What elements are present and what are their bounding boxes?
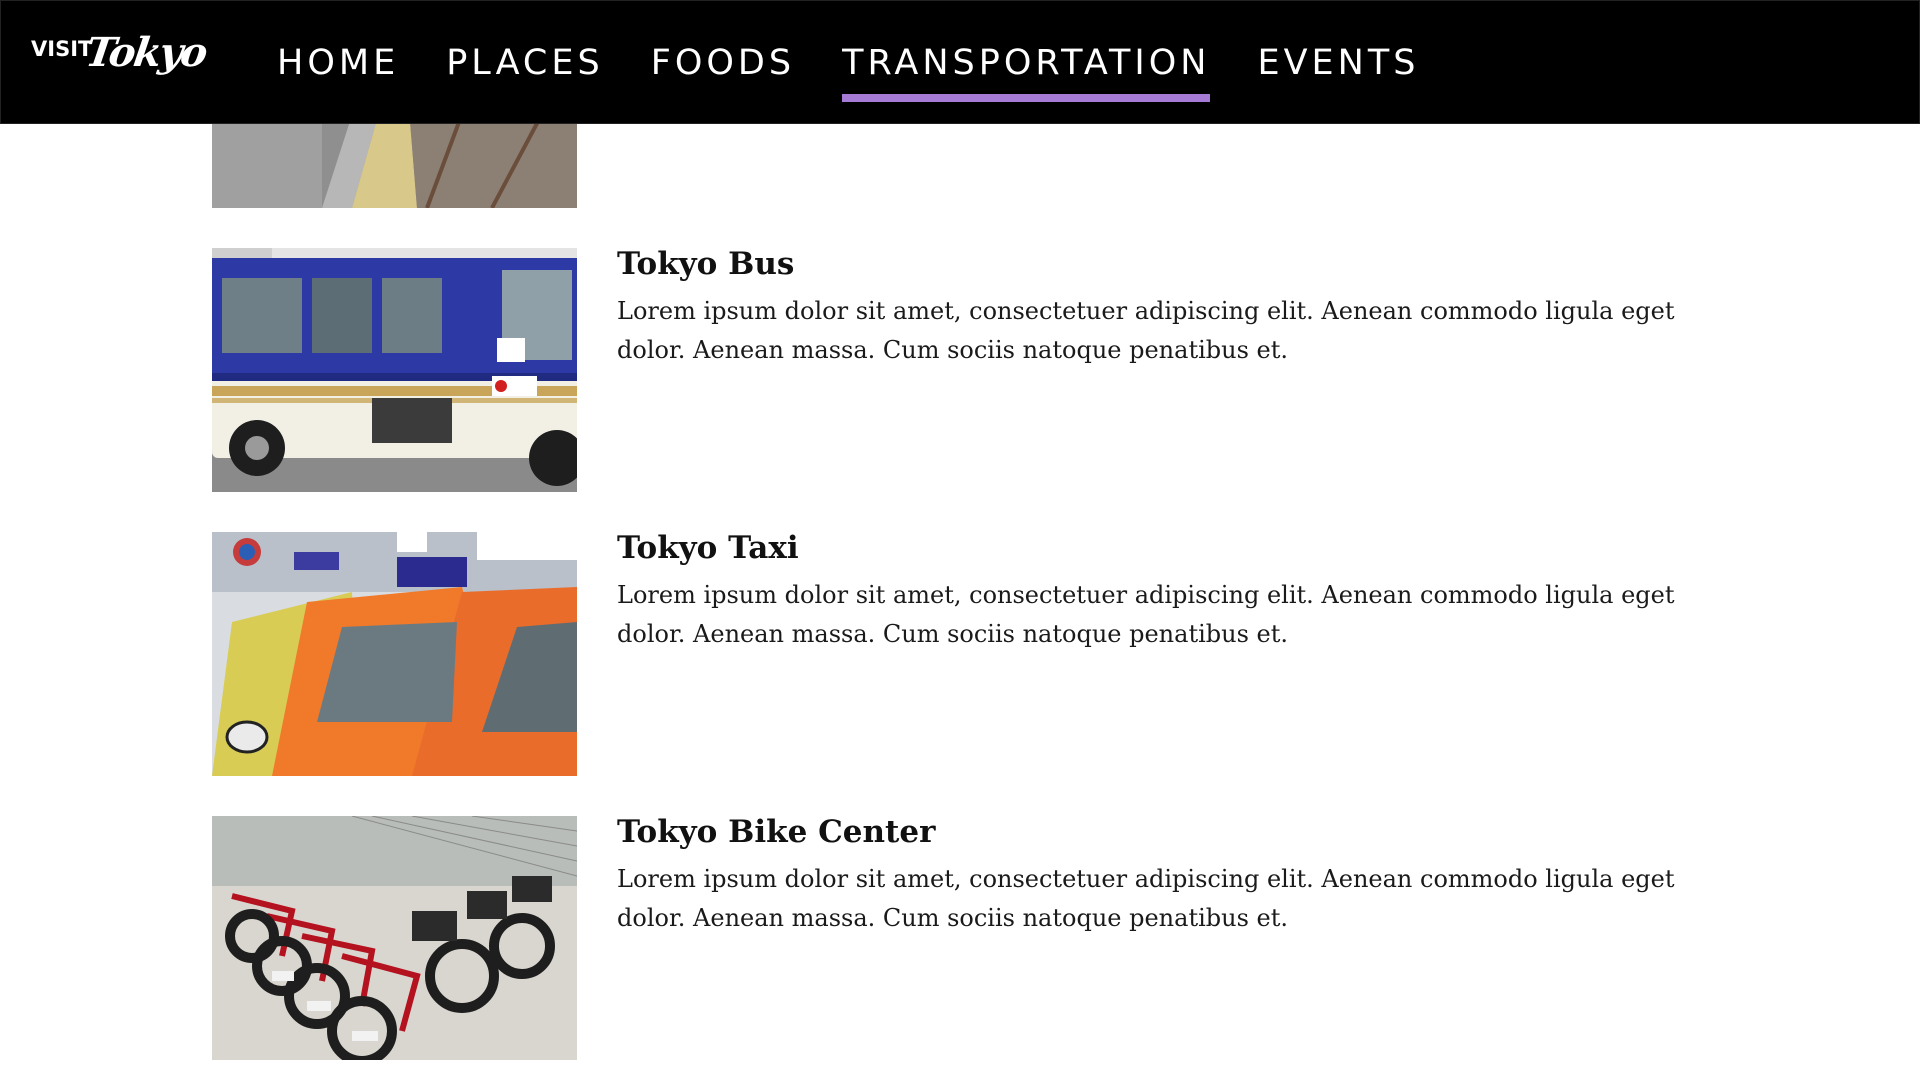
transport-card-taxi[interactable]: Tokyo Taxi Lorem ipsum dolor sit amet, c…	[212, 530, 1752, 776]
nav-item-places[interactable]: PLACES	[446, 1, 604, 125]
transport-card-bus[interactable]: Tokyo Bus Lorem ipsum dolor sit amet, co…	[212, 246, 1752, 492]
site-header: VISIT Tokyo HOME PLACES FOODS TRANSPORTA…	[0, 0, 1920, 124]
taxi-image	[212, 532, 577, 776]
bus-image	[212, 248, 577, 492]
card-text-bus: Lorem ipsum dolor sit amet, consectetuer…	[617, 297, 1675, 364]
nav-item-events[interactable]: EVENTS	[1257, 1, 1419, 125]
card-title-bus[interactable]: Tokyo Bus	[617, 246, 794, 282]
logo-tokyo-text: Tokyo	[82, 29, 209, 76]
nav-item-transportation[interactable]: TRANSPORTATION	[842, 1, 1211, 125]
card-title-taxi[interactable]: Tokyo Taxi	[617, 530, 799, 566]
transport-card-bike[interactable]: Tokyo Bike Center Lorem ipsum dolor sit …	[212, 814, 1752, 1060]
logo-visit-text: VISIT	[31, 37, 93, 61]
card-text-bike-center: Lorem ipsum dolor sit amet, consectetuer…	[617, 865, 1675, 932]
card-text-taxi: Lorem ipsum dolor sit amet, consectetuer…	[617, 581, 1675, 648]
nav-item-home[interactable]: HOME	[277, 1, 399, 125]
main-nav: HOME PLACES FOODS TRANSPORTATION EVENTS	[277, 1, 1466, 125]
visit-tokyo-logo[interactable]: VISIT Tokyo	[31, 29, 209, 95]
nav-item-foods[interactable]: FOODS	[651, 1, 795, 125]
card-title-bike-center[interactable]: Tokyo Bike Center	[617, 814, 935, 850]
bicycles-image	[212, 816, 577, 1060]
